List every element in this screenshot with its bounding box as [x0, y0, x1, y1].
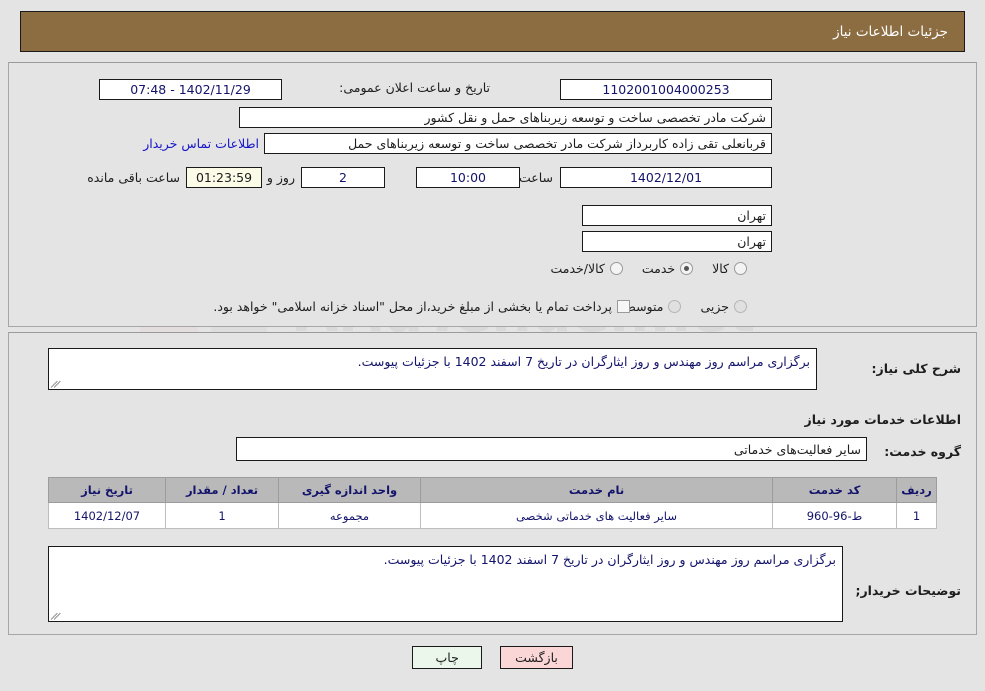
table-header-row: ردیف کد خدمت نام خدمت واحد اندازه گیری تعداد…	[48, 477, 937, 503]
city-field[interactable]: تهران	[582, 231, 772, 252]
cell-measure-unit: مجموعه	[278, 502, 421, 529]
deadline-time-field[interactable]: 10:00	[416, 167, 520, 188]
category-option-0[interactable]: کالا	[707, 261, 747, 276]
buyer-comments-label: توضیحات خریدار;	[855, 583, 961, 598]
print-button[interactable]: چاپ	[412, 646, 483, 669]
buyer-comments-textarea[interactable]: برگزاری مراسم روز مهندس و روز ایثارگران …	[48, 546, 843, 622]
cell-need-date: 1402/12/07	[48, 502, 166, 529]
deadline-remaining-label: ساعت باقی مانده	[87, 170, 180, 185]
cell-service-code: ط-96-960	[772, 502, 897, 529]
general-desc-value: برگزاری مراسم روز مهندس و روز ایثارگران …	[357, 354, 810, 369]
table-row[interactable]: 1 ط-96-960 سایر فعالیت های خدماتی شخصی مجمو…	[48, 502, 937, 529]
window-title-bar: جزئیات اطلاعات نیاز	[20, 11, 965, 52]
action-button-bar: بازگشت چاپ	[0, 646, 985, 669]
category-radio-1[interactable]	[680, 262, 694, 275]
purchase-type-radio-0[interactable]	[734, 300, 747, 313]
deadline-days-label: روز و	[266, 170, 295, 185]
services-table: ردیف کد خدمت نام خدمت واحد اندازه گیری تعداد…	[48, 477, 937, 529]
deadline-countdown-field: 01:23:59	[186, 167, 262, 188]
category-radio-0[interactable]	[734, 262, 747, 275]
table-column-header-4: تعداد / مقدار	[165, 477, 279, 503]
need-number-field[interactable]: 1102001004000253	[560, 79, 772, 100]
general-desc-textarea[interactable]: برگزاری مراسم روز مهندس و روز ایثارگران …	[48, 348, 817, 390]
page-root: AriaTender.net AriaTender.net جزئیات اطل…	[0, 0, 985, 691]
buyer-comments-value: برگزاری مراسم روز مهندس و روز ایثارگران …	[383, 552, 836, 567]
announce-datetime-row: تاریخ و ساعت اعلان عمومی:	[339, 80, 490, 95]
table-column-header-1: کد خدمت	[772, 477, 897, 503]
resize-grip-icon[interactable]	[50, 378, 61, 388]
cell-quantity: 1	[165, 502, 279, 529]
treasury-bond-checkbox[interactable]	[617, 300, 630, 313]
deadline-days-field[interactable]: 2	[301, 167, 385, 188]
treasury-bond-label: پرداخت تمام یا بخشی از مبلغ خرید،از محل …	[213, 299, 612, 314]
buyer-org-field[interactable]: شرکت مادر تخصصی ساخت و توسعه زیربناهای ح…	[239, 107, 772, 128]
services-section-title: اطلاعات خدمات مورد نیاز	[804, 412, 962, 427]
table-column-header-3: واحد اندازه گیری	[278, 477, 421, 503]
category-option-label-1: خدمت	[641, 261, 676, 276]
announce-datetime-field[interactable]: 1402/11/29 - 07:48	[99, 79, 282, 100]
category-option-2[interactable]: کالا/خدمت	[545, 261, 623, 276]
general-desc-label: شرح کلی نیاز:	[871, 361, 961, 376]
category-option-label-2: کالا/خدمت	[550, 261, 605, 276]
table-column-header-0: ردیف	[896, 477, 937, 503]
category-options-group: کالا خدمت کالا/خدمت	[531, 261, 747, 276]
back-button[interactable]: بازگشت	[500, 646, 573, 669]
purchase-type-option-label-1: متوسط	[624, 299, 664, 314]
province-field[interactable]: تهران	[582, 205, 772, 226]
category-option-label-0: کالا	[712, 261, 729, 276]
page-title: جزئیات اطلاعات نیاز	[833, 23, 948, 40]
requester-field[interactable]: قربانعلی تقی زاده کاربرداز شرکت مادر تخص…	[264, 133, 772, 154]
category-option-1[interactable]: خدمت	[637, 261, 694, 276]
service-group-field[interactable]: سایر فعالیت‌های خدماتی	[236, 437, 867, 461]
table-column-header-2: نام خدمت	[420, 477, 773, 503]
purchase-type-option-0[interactable]: جزیی	[695, 299, 747, 314]
service-group-label: گروه خدمت:	[884, 444, 961, 459]
cell-service-name: سایر فعالیت های خدماتی شخصی	[420, 502, 773, 529]
deadline-date-field[interactable]: 1402/12/01	[560, 167, 772, 188]
treasury-bond-checkbox-row[interactable]: پرداخت تمام یا بخشی از مبلغ خرید،از محل …	[208, 299, 630, 314]
resize-grip-icon-2[interactable]	[50, 610, 61, 620]
purchase-type-radio-1[interactable]	[668, 300, 682, 313]
buyer-contact-link[interactable]: اطلاعات تماس خریدار	[143, 136, 259, 151]
deadline-time-label: ساعت	[518, 170, 553, 185]
announce-datetime-label: تاریخ و ساعت اعلان عمومی:	[339, 80, 490, 95]
need-summary-panel	[8, 62, 977, 327]
cell-row-index: 1	[896, 502, 937, 529]
category-radio-2[interactable]	[609, 262, 623, 275]
table-column-header-5: تاریخ نیاز	[48, 477, 166, 503]
purchase-type-option-label-0: جزیی	[700, 299, 729, 314]
